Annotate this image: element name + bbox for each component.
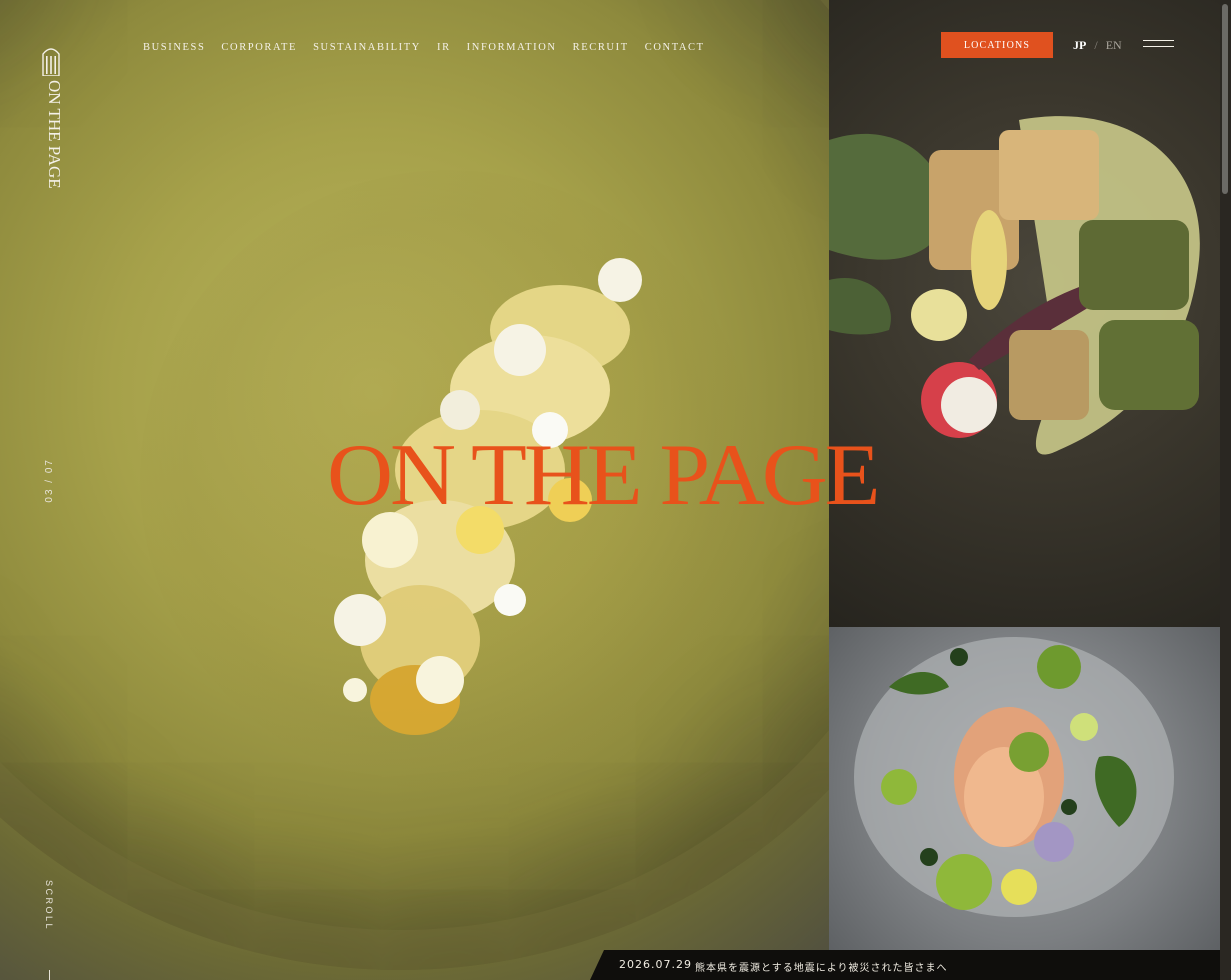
lang-separator: / [1094,38,1098,52]
hamburger-menu-icon[interactable] [1143,40,1174,50]
lang-en-link[interactable]: EN [1106,38,1122,53]
nav-item-ir[interactable]: IR [437,42,451,53]
dish-illustration-dark [829,116,1200,455]
hero-side-image-bottom [829,627,1220,950]
hero-side-image-top [829,0,1220,627]
scroll-indicator-label[interactable]: SCROLL [44,880,54,931]
page-scrollbar-thumb[interactable] [1222,4,1228,194]
nav-item-information[interactable]: INFORMATION [467,42,557,53]
nav-item-corporate[interactable]: CORPORATE [221,42,297,53]
global-nav: BUSINESS CORPORATE SUSTAINABILITY IR INF… [143,42,705,53]
brand-logo-text[interactable]: ON THE PAGE [44,80,64,189]
building-columns-icon[interactable] [42,44,60,76]
nav-item-recruit[interactable]: RECRUIT [573,42,629,53]
dish-illustration-light [854,637,1174,917]
language-switcher: JP / EN [1073,38,1122,53]
lang-jp-link[interactable]: JP [1073,38,1086,53]
scroll-indicator-line [49,970,50,980]
hero-title: ON THE PAGE [327,427,881,524]
slide-counter: 03 / 07 [44,458,55,503]
nav-item-sustainability[interactable]: SUSTAINABILITY [313,42,421,53]
nav-item-contact[interactable]: CONTACT [645,42,705,53]
news-date: 2026.07.29 [619,958,692,971]
nav-item-business[interactable]: BUSINESS [143,42,205,53]
news-ticker[interactable]: 2026.07.29 熊本県を震源とする地震により被災された皆さまへ [590,950,1220,980]
locations-button[interactable]: LOCATIONS [941,32,1053,58]
news-headline-link[interactable]: 熊本県を震源とする地震により被災された皆さまへ [695,959,948,974]
